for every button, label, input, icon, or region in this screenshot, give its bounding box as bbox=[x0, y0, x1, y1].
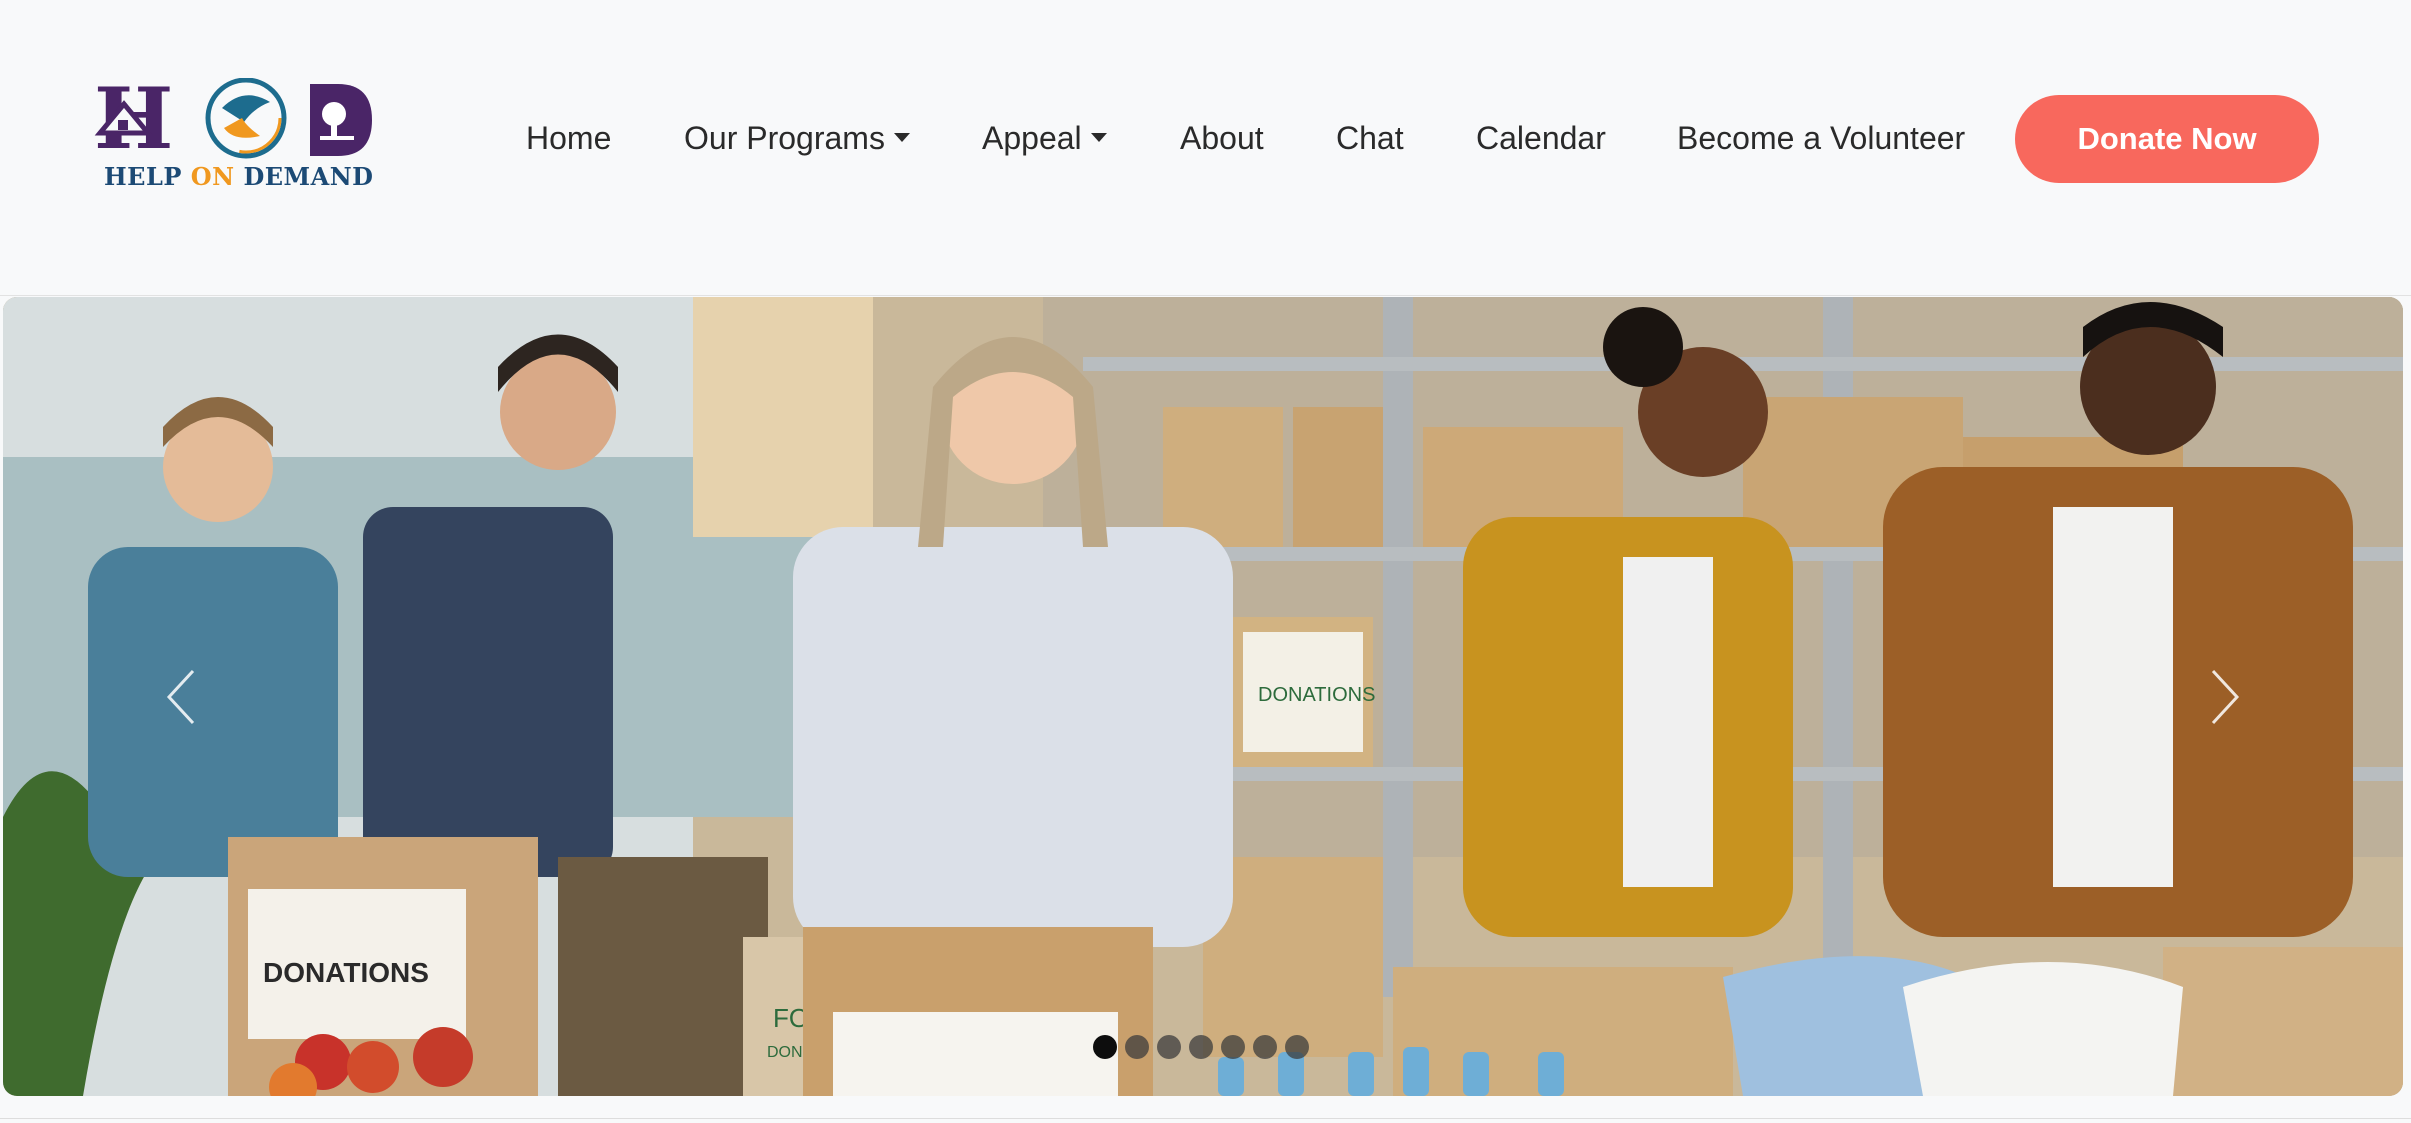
nav-about[interactable]: About bbox=[1180, 113, 1264, 163]
carousel-indicator[interactable] bbox=[1253, 1035, 1277, 1059]
box-label-don: DON bbox=[767, 1044, 803, 1061]
logo-text-help: HELP bbox=[104, 162, 191, 191]
nav-our-programs-label: Our Programs bbox=[684, 120, 885, 156]
carousel-prev-button[interactable] bbox=[155, 665, 215, 729]
nav-become-volunteer[interactable]: Become a Volunteer bbox=[1677, 113, 1965, 163]
nav-calendar-label: Calendar bbox=[1476, 120, 1606, 156]
carousel-indicator[interactable] bbox=[1125, 1035, 1149, 1059]
slide-image-volunteers: DONATIONS DONATIONS FO DON bbox=[3, 297, 2403, 1096]
shelf-box-label: DONATIONS bbox=[1258, 684, 1375, 706]
caret-down-icon bbox=[1090, 133, 1107, 143]
donate-now-button[interactable]: Donate Now bbox=[2015, 95, 2319, 183]
carousel-indicator[interactable] bbox=[1189, 1035, 1213, 1059]
nav-chat[interactable]: Chat bbox=[1336, 113, 1404, 163]
logo-mark-icon: H O D bbox=[94, 69, 372, 168]
nav-home[interactable]: Home bbox=[526, 113, 611, 163]
logo-text-on: ON bbox=[190, 162, 235, 191]
nav-chat-label: Chat bbox=[1336, 120, 1404, 156]
carousel-indicator[interactable] bbox=[1157, 1035, 1181, 1059]
donation-box-label: DONATIONS bbox=[263, 957, 429, 988]
nav-become-volunteer-label: Become a Volunteer bbox=[1677, 120, 1966, 156]
nav-calendar[interactable]: Calendar bbox=[1476, 113, 1606, 163]
nav-appeal-label: Appeal bbox=[982, 120, 1082, 156]
site-logo[interactable]: H O D HELP ON DEMAND bbox=[94, 69, 379, 196]
chevron-left-icon bbox=[166, 669, 195, 725]
nav-appeal[interactable]: Appeal bbox=[982, 113, 1107, 163]
carousel-indicators bbox=[1093, 1035, 1317, 1063]
site-header: H O D HELP ON DEMAND Home Our Programs A… bbox=[0, 0, 2411, 296]
logo-wordmark: HELP ON DEMAND bbox=[104, 162, 374, 191]
divider bbox=[0, 1118, 2411, 1119]
carousel-next-button[interactable] bbox=[2193, 665, 2253, 729]
logo-text-demand: DEMAND bbox=[234, 162, 374, 191]
carousel-indicator[interactable] bbox=[1285, 1035, 1309, 1059]
carousel-indicator[interactable] bbox=[1093, 1035, 1117, 1059]
carousel-indicator[interactable] bbox=[1221, 1035, 1245, 1059]
hero-carousel: DONATIONS DONATIONS FO DON bbox=[3, 297, 2403, 1096]
chevron-right-icon bbox=[2211, 669, 2240, 725]
nav-home-label: Home bbox=[526, 120, 612, 156]
nav-our-programs[interactable]: Our Programs bbox=[684, 113, 910, 163]
nav-about-label: About bbox=[1180, 120, 1264, 156]
caret-down-icon bbox=[893, 133, 910, 143]
